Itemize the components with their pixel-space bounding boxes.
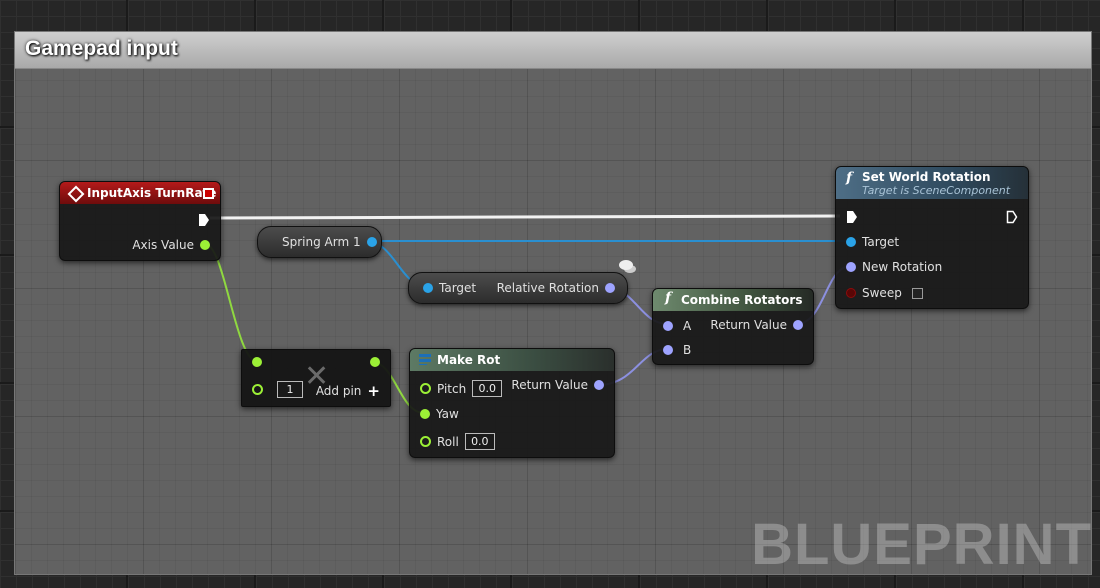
set-world-rot-exec-in[interactable]: [846, 210, 858, 224]
rotator-pin-icon: [846, 262, 856, 272]
float-pin-icon: [252, 357, 262, 367]
function-icon: f: [846, 170, 853, 186]
exec-wire[interactable]: [209, 214, 841, 220]
new-rotation-label: New Rotation: [862, 260, 943, 274]
input-axis-header[interactable]: InputAxis TurnRate: [60, 182, 220, 204]
add-pin-label: Add pin: [315, 384, 362, 398]
bool-pin-icon: [846, 288, 856, 298]
multiply-out-pin[interactable]: [370, 357, 380, 367]
set-world-rot-exec-out[interactable]: [1006, 210, 1018, 224]
get-relative-rotation-node[interactable]: Target Relative Rotation: [408, 272, 628, 304]
multiply-in-pin-1[interactable]: [252, 357, 262, 367]
sweep-pin[interactable]: Sweep: [846, 286, 923, 300]
make-struct-icon: [419, 354, 431, 365]
rotator-pin-icon: [663, 321, 673, 331]
make-rot-return-pin[interactable]: Return Value: [511, 378, 604, 392]
relative-rotation-pin[interactable]: Relative Rotation: [497, 281, 615, 295]
axis-value-pin[interactable]: Axis Value: [132, 238, 210, 252]
roll-pin[interactable]: Roll 0.0: [420, 433, 495, 450]
pitch-value-box[interactable]: 0.0: [472, 380, 503, 397]
combine-rotators-header[interactable]: f Combine Rotators: [653, 289, 813, 311]
combine-b-pin[interactable]: B: [663, 343, 691, 357]
object-pin-icon: [423, 283, 433, 293]
set-world-rot-target-pin[interactable]: Target: [846, 235, 899, 249]
multiply-value-box[interactable]: 1: [277, 381, 303, 398]
combine-a-label: A: [683, 319, 692, 333]
sweep-checkbox[interactable]: [911, 287, 923, 299]
roll-value-box[interactable]: 0.0: [464, 433, 495, 450]
rotator-pin-icon: [605, 283, 615, 293]
relative-rotation-label: Relative Rotation: [496, 281, 599, 295]
set-world-rotation-header[interactable]: f Set World Rotation Target is SceneComp…: [836, 167, 1028, 199]
spring-arm-label: Spring Arm 1: [282, 235, 361, 249]
input-axis-node[interactable]: InputAxis TurnRate Axis Value: [59, 181, 221, 261]
make-rot-title: Make Rot: [437, 353, 501, 367]
input-axis-title: InputAxis TurnRate: [87, 186, 217, 200]
roll-label: Roll: [437, 434, 459, 449]
yaw-label: Yaw: [436, 407, 459, 421]
exec-out-icon: [1006, 210, 1018, 224]
spring-arm-node[interactable]: Spring Arm 1: [257, 226, 382, 258]
object-pin-icon: [846, 237, 856, 247]
new-rotation-pin[interactable]: New Rotation: [846, 260, 942, 274]
function-icon: f: [665, 290, 672, 306]
exec-out-icon: [198, 213, 210, 227]
set-world-rot-target-label: Target: [862, 235, 900, 249]
event-diamond-icon: [67, 185, 85, 203]
yaw-pin[interactable]: Yaw: [420, 407, 459, 421]
pitch-label: Pitch: [437, 381, 467, 396]
blueprint-watermark: BLUEPRINT: [751, 512, 1092, 577]
float-pin-icon: [420, 409, 430, 419]
float-pin-empty-icon: [252, 384, 263, 395]
make-rot-return-label: Return Value: [511, 378, 588, 392]
rotator-pin-icon: [793, 320, 803, 330]
float-pin-icon: [200, 240, 210, 250]
set-world-rotation-node[interactable]: f Set World Rotation Target is SceneComp…: [835, 166, 1029, 309]
axis-value-label: Axis Value: [132, 238, 194, 252]
axis-to-multiply-wire[interactable]: [204, 243, 259, 363]
add-pin-button[interactable]: Add pin +: [315, 382, 380, 400]
float-pin-empty-icon: [420, 383, 431, 394]
rotator-pin-icon: [594, 380, 604, 390]
comment-bubble-icon[interactable]: [619, 260, 633, 270]
float-pin-icon: [370, 357, 380, 367]
get-rot-target-label: Target: [439, 281, 477, 295]
float-pin-empty-icon: [420, 436, 431, 447]
get-rot-target-pin[interactable]: Target: [423, 281, 476, 295]
delegate-square-icon[interactable]: [203, 188, 214, 199]
input-axis-exec-out[interactable]: [198, 213, 210, 227]
set-world-rotation-subtitle: Target is SceneComponent: [862, 184, 1011, 197]
combine-rotators-title: Combine Rotators: [681, 293, 803, 307]
make-rot-node[interactable]: Make Rot Pitch 0.0 Return Value Yaw Roll…: [409, 348, 615, 458]
exec-in-icon: [846, 210, 858, 224]
combine-return-pin[interactable]: Return Value: [710, 318, 803, 332]
sweep-label: Sweep: [862, 286, 902, 300]
object-pin-icon: [366, 237, 377, 247]
pitch-pin[interactable]: Pitch 0.0: [420, 380, 503, 397]
multiply-in-pin-2[interactable]: 1: [252, 381, 303, 398]
multiply-node[interactable]: ✕ 1 Add pin +: [241, 349, 391, 407]
combine-rotators-node[interactable]: f Combine Rotators A Return Value B: [652, 288, 814, 365]
combine-b-label: B: [683, 343, 692, 357]
plus-icon: +: [367, 382, 380, 400]
set-world-rotation-title: Set World Rotation: [862, 170, 991, 184]
make-rot-header[interactable]: Make Rot: [410, 349, 614, 371]
combine-a-pin[interactable]: A: [663, 319, 691, 333]
combine-return-label: Return Value: [710, 318, 787, 332]
spring-arm-pin[interactable]: Spring Arm 1: [282, 235, 377, 249]
rotator-pin-icon: [663, 345, 673, 355]
